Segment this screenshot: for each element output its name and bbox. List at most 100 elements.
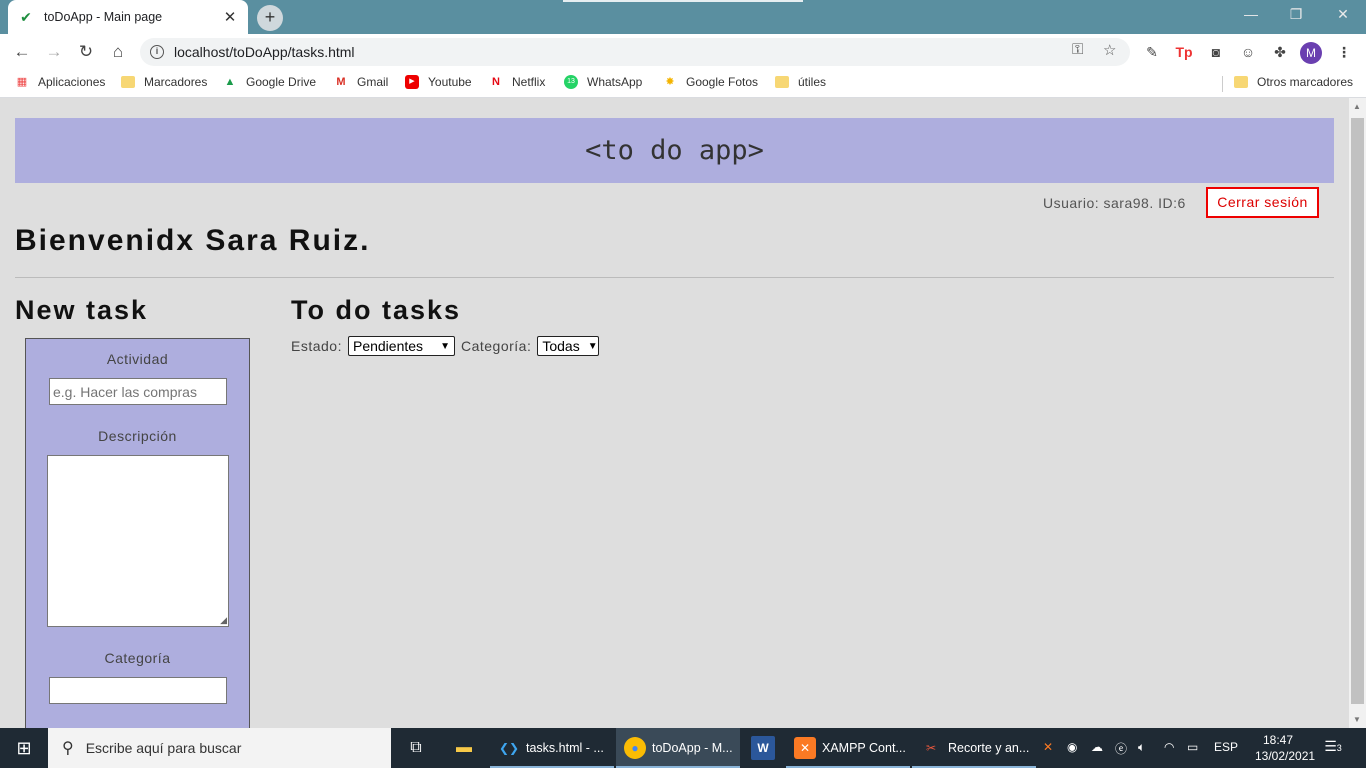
edge-icon[interactable]: ⓔ <box>1115 740 1127 757</box>
bookmark-marcadores[interactable]: Marcadores <box>121 75 207 89</box>
puzzle-extensions-icon[interactable]: ✤ <box>1270 42 1290 62</box>
file-explorer-icon[interactable]: ▬ <box>452 736 476 760</box>
taskbar-app-snip[interactable]: ✂ Recorte y an... <box>912 728 1036 768</box>
language-indicator[interactable]: ESP <box>1214 740 1238 754</box>
clock-time: 18:47 <box>1262 733 1294 747</box>
category-input[interactable] <box>49 677 227 704</box>
tab-title: toDoApp - Main page <box>44 10 163 24</box>
activity-input[interactable] <box>49 378 227 405</box>
welcome-heading: Bienvenidx Sara Ruiz. <box>15 224 371 257</box>
scroll-down-icon[interactable]: ▼ <box>1353 715 1361 724</box>
task-view-icon[interactable]: ⧉ <box>404 736 428 760</box>
browser-toolbar: ← → ↻ ⌂ i localhost/toDoApp/tasks.html ⚿… <box>0 34 1366 70</box>
face-extension-icon[interactable]: ☺ <box>1238 42 1258 62</box>
new-tab-button[interactable]: + <box>257 5 283 31</box>
category-label: Categoría <box>104 650 171 666</box>
activity-label: Actividad <box>106 351 169 367</box>
taskbar-clock[interactable]: 18:47 13/02/2021 <box>1255 732 1316 764</box>
address-bar[interactable]: i localhost/toDoApp/tasks.html <box>140 38 1130 66</box>
close-tab-icon[interactable]: ✕ <box>222 8 238 26</box>
bookmark-netflix[interactable]: N Netflix <box>489 75 545 89</box>
chevron-down-icon: ▼ <box>440 340 450 352</box>
xampp-icon: ✕ <box>794 737 816 759</box>
close-window-icon[interactable]: ✕ <box>1332 6 1354 23</box>
word-icon[interactable]: W <box>751 736 775 760</box>
google-photos-icon: ✸ <box>665 76 675 88</box>
gmail-icon: M <box>336 76 346 88</box>
tp-extension-icon[interactable]: Tp <box>1174 42 1194 62</box>
forward-icon[interactable]: → <box>42 40 66 64</box>
taskbar-app-xampp[interactable]: ✕ XAMPP Cont... <box>786 728 910 768</box>
taskbar-search[interactable]: ⚲ Escribe aquí para buscar <box>48 728 391 768</box>
scrollbar-thumb[interactable] <box>1351 118 1364 704</box>
check-circle-icon: ✔ <box>20 9 32 25</box>
bookmark-star-icon[interactable]: ☆ <box>1103 41 1116 59</box>
bookmark-google-drive[interactable]: ▲ Google Drive <box>223 75 316 89</box>
clock-date: 13/02/2021 <box>1255 749 1316 763</box>
snip-sketch-icon: ✂ <box>925 741 937 755</box>
notification-count: 3 <box>1336 743 1342 753</box>
battery-icon[interactable]: ▭ <box>1187 740 1198 754</box>
netflix-icon: N <box>492 76 500 88</box>
bookmark-whatsapp[interactable]: 13 WhatsApp <box>564 75 642 89</box>
new-task-heading: New task <box>15 295 149 325</box>
vscode-icon: ❮❯ <box>498 741 520 755</box>
taskbar-app-vscode[interactable]: ❮❯ tasks.html - ... <box>490 728 614 768</box>
task-filters: Estado: Pendientes ▼ Categoría: Todas ▼ <box>291 336 605 356</box>
bookmarks-bar: ▦ Aplicaciones Marcadores ▲ Google Drive M… <box>0 70 1366 98</box>
chevron-down-icon: ▼ <box>587 340 598 352</box>
folder-icon <box>121 76 135 88</box>
logout-button[interactable]: Cerrar sesión <box>1206 187 1319 218</box>
home-icon[interactable]: ⌂ <box>106 40 130 64</box>
profile-avatar[interactable]: M <box>1300 42 1322 64</box>
tray-xampp-icon[interactable]: ✕ <box>1043 740 1053 754</box>
minimize-icon[interactable]: — <box>1240 6 1262 22</box>
key-icon[interactable]: ⚿ <box>1072 41 1083 58</box>
folder-icon <box>775 76 789 88</box>
window-drag-indicator <box>563 0 803 2</box>
tab-strip: ✔ toDoApp - Main page ✕ + — ❐ ✕ <box>0 0 1366 34</box>
page-viewport: <to do app> Usuario: sara98. ID:6 Cerrar… <box>0 98 1349 728</box>
folder-icon <box>1234 76 1248 88</box>
volume-icon[interactable]: 🔈︎ <box>1138 740 1145 755</box>
onedrive-icon[interactable]: ☁ <box>1091 740 1103 754</box>
restore-icon[interactable]: ❐ <box>1285 6 1307 23</box>
bookmark-gmail[interactable]: M Gmail <box>334 75 388 89</box>
reload-icon[interactable]: ↻ <box>74 40 98 64</box>
description-textarea[interactable]: ◢ <box>47 455 229 627</box>
whatsapp-icon: 13 <box>564 75 578 89</box>
scroll-up-icon[interactable]: ▲ <box>1353 102 1361 111</box>
site-info-icon[interactable]: i <box>150 45 164 59</box>
notifications-icon[interactable]: ☰3 <box>1322 738 1344 758</box>
bookmarks-divider <box>1222 76 1223 92</box>
categoria-label: Categoría: <box>460 338 532 354</box>
todo-tasks-heading: To do tasks <box>291 295 462 325</box>
bookmark-utiles[interactable]: útiles <box>775 75 826 89</box>
estado-label: Estado: <box>291 338 342 354</box>
user-info: Usuario: sara98. ID:6 <box>1043 195 1186 211</box>
windows-start-icon[interactable]: ⊞ <box>0 728 48 768</box>
search-icon: ⚲ <box>62 740 74 757</box>
bookmark-apps[interactable]: ▦ Aplicaciones <box>15 75 106 89</box>
divider <box>15 277 1334 278</box>
categoria-select[interactable]: Todas ▼ <box>537 336 600 356</box>
bookmark-otros-marcadores[interactable]: Otros marcadores <box>1234 75 1353 89</box>
back-icon[interactable]: ← <box>10 40 34 64</box>
tray-chrome-icon[interactable]: ◉ <box>1067 740 1077 754</box>
pen-extension-icon[interactable]: ✎ <box>1142 42 1162 62</box>
taskbar-app-chrome[interactable]: ● toDoApp - M... <box>616 728 740 768</box>
bookmark-google-fotos[interactable]: ✸ Google Fotos <box>663 75 758 89</box>
browser-tab[interactable]: ✔ toDoApp - Main page ✕ <box>8 0 248 34</box>
apps-grid-icon: ▦ <box>16 76 28 88</box>
youtube-icon: ▶ <box>405 75 419 89</box>
menu-dots-icon[interactable]: ⋮ <box>1334 42 1354 62</box>
resize-handle-icon[interactable]: ◢ <box>220 616 227 625</box>
page-scrollbar[interactable]: ▲ ▼ <box>1349 98 1366 728</box>
url-text: localhost/toDoApp/tasks.html <box>174 44 355 60</box>
estado-select[interactable]: Pendientes ▼ <box>347 336 455 356</box>
wifi-icon[interactable]: ◠ <box>1164 740 1174 754</box>
chrome-icon: ● <box>624 737 646 759</box>
description-label: Descripción <box>98 428 177 444</box>
bookmark-youtube[interactable]: ▶ Youtube <box>405 75 472 89</box>
pocket-extension-icon[interactable]: ◙ <box>1206 42 1226 62</box>
